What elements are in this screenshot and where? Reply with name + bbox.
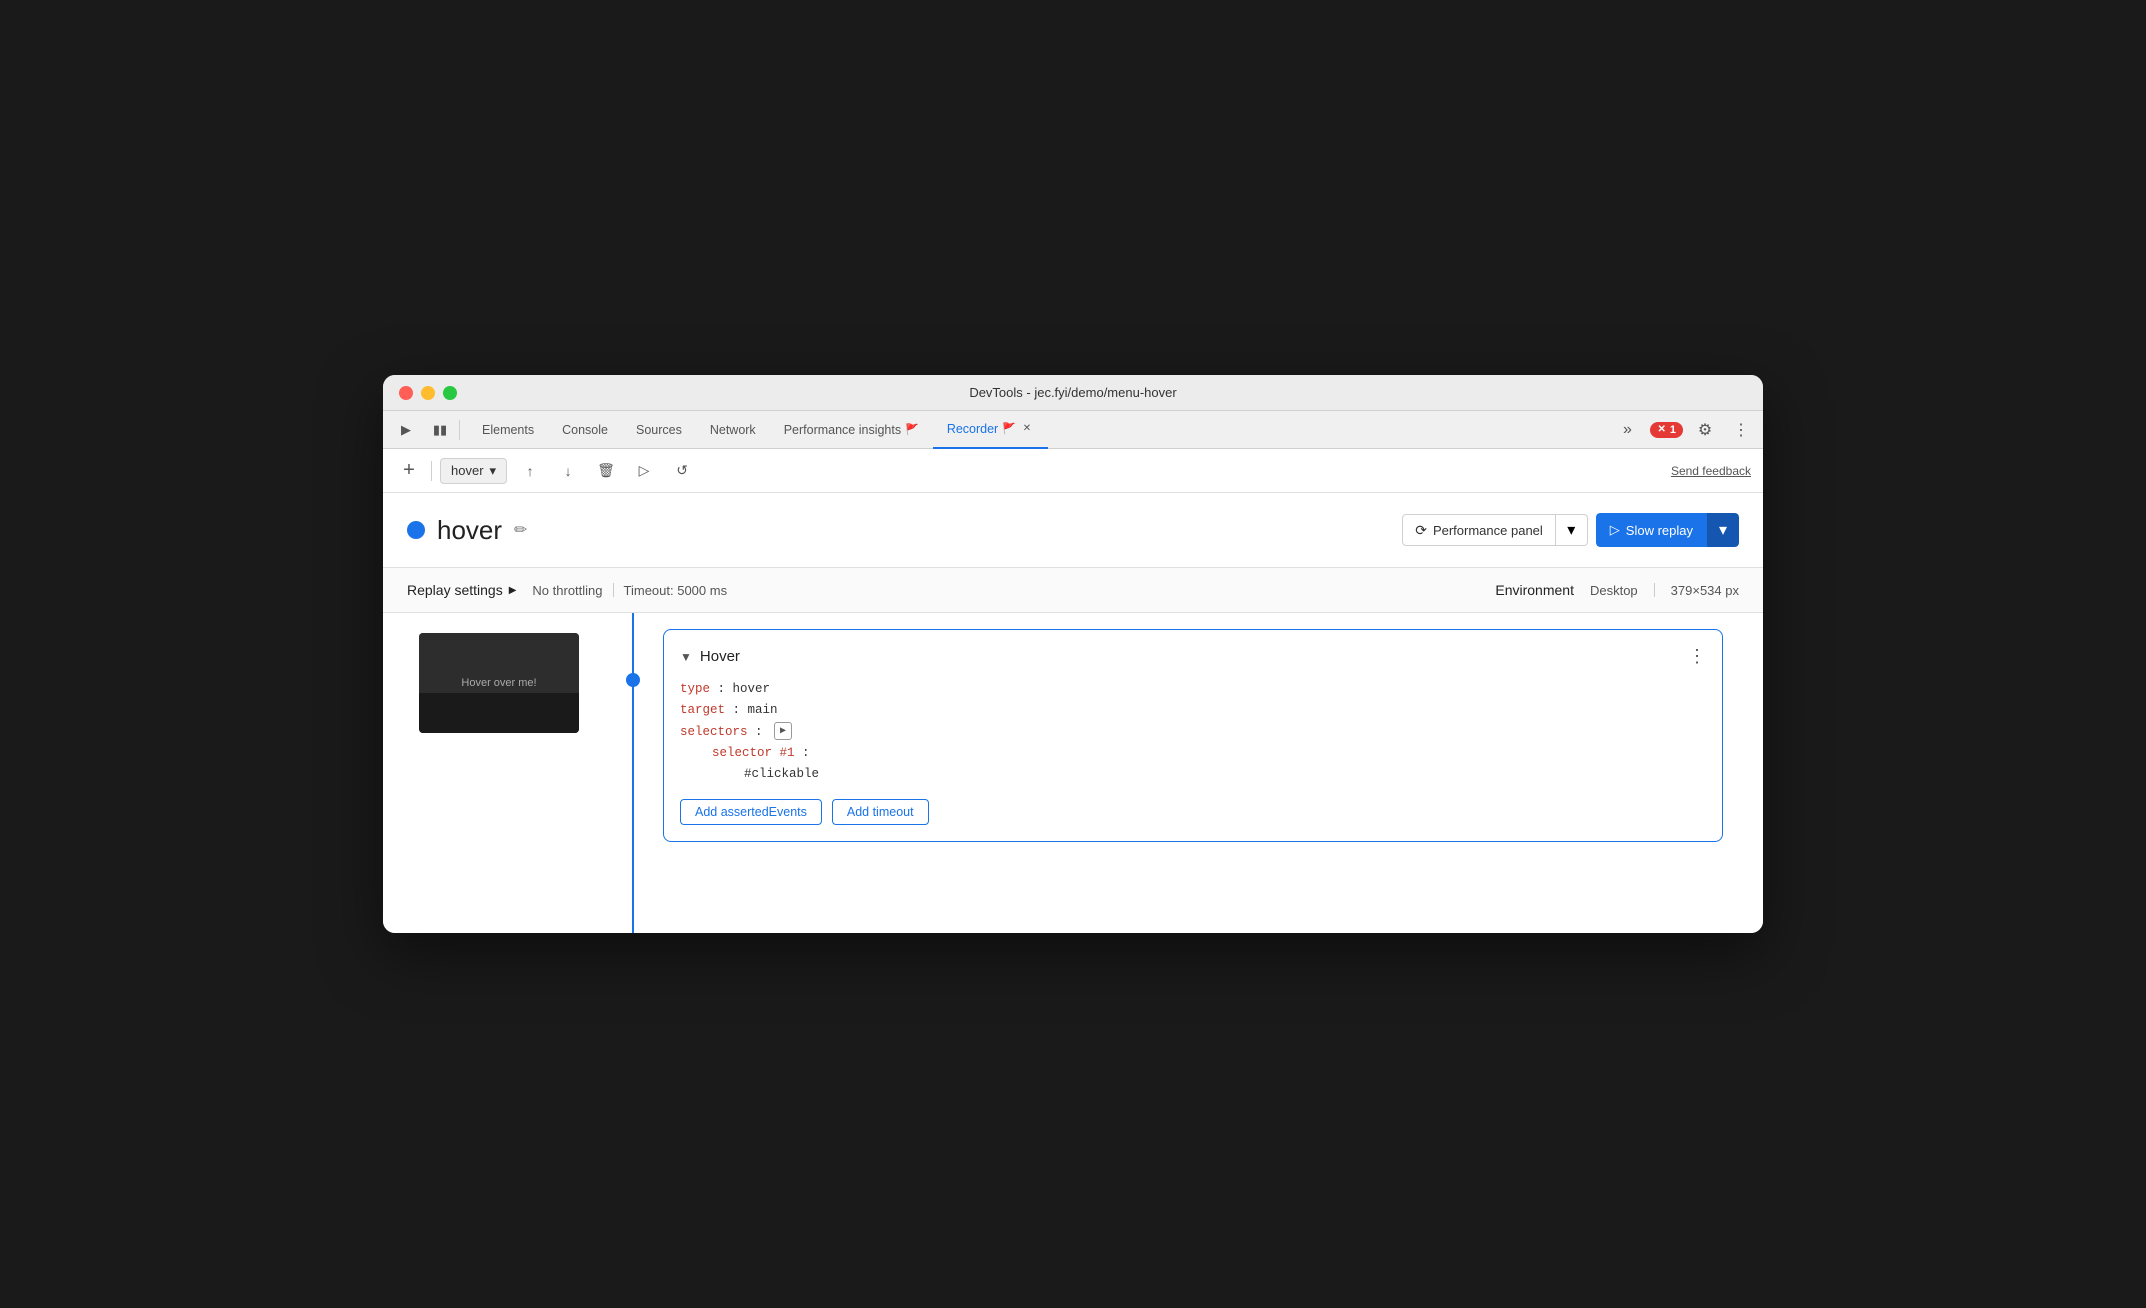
performance-panel-dropdown[interactable]: ▾ bbox=[1556, 514, 1588, 546]
performance-tab-icon: 🚩 bbox=[905, 423, 919, 436]
throttling-label: No throttling bbox=[532, 583, 612, 598]
tab-network[interactable]: Network bbox=[696, 411, 770, 449]
recording-header: hover ✏ ⟳ Performance panel ▾ ▷ Slow bbox=[407, 513, 1739, 547]
steps-column: ▼ Hover ⋮ type : hover target bbox=[647, 613, 1739, 933]
recording-title: hover ✏ bbox=[407, 515, 527, 546]
devtools-window: DevTools - jec.fyi/demo/menu-hover ▶ ▮▮ … bbox=[383, 375, 1763, 933]
selectors-line: selectors : ▶ bbox=[680, 722, 1706, 743]
toolbar-right: Send feedback bbox=[1671, 464, 1751, 478]
undo-icon[interactable]: ↺ bbox=[667, 456, 697, 486]
recorder-main: hover ✏ ⟳ Performance panel ▾ ▷ Slow bbox=[383, 493, 1763, 933]
step-header: ▼ Hover ⋮ bbox=[680, 646, 1706, 667]
tabs-right: » ✕ 1 ⚙ ⋮ bbox=[1612, 415, 1755, 445]
traffic-lights bbox=[399, 386, 457, 400]
send-feedback-link[interactable]: Send feedback bbox=[1671, 464, 1751, 478]
window-title: DevTools - jec.fyi/demo/menu-hover bbox=[969, 385, 1176, 400]
steps-area: Hover over me! ▼ Hover ⋮ bbox=[407, 613, 1739, 933]
edit-name-icon[interactable]: ✏ bbox=[514, 520, 527, 540]
step-name: Hover bbox=[700, 648, 740, 665]
tab-recorder[interactable]: Recorder 🚩 ✕ bbox=[933, 411, 1048, 449]
slow-replay-button[interactable]: ▷ Slow replay bbox=[1596, 513, 1707, 547]
replay-left: Replay settings ▶ No throttling Timeout:… bbox=[407, 582, 737, 598]
step-action-buttons: Add assertedEvents Add timeout bbox=[680, 799, 1706, 825]
close-traffic-light[interactable] bbox=[399, 386, 413, 400]
step-more-options[interactable]: ⋮ bbox=[1688, 646, 1706, 667]
replay-meta: No throttling Timeout: 5000 ms bbox=[532, 583, 737, 598]
maximize-traffic-light[interactable] bbox=[443, 386, 457, 400]
type-colon: : bbox=[718, 682, 733, 696]
type-line: type : hover bbox=[680, 679, 1706, 700]
target-line: target : main bbox=[680, 700, 1706, 721]
header-buttons: ⟳ Performance panel ▾ ▷ Slow replay ▾ bbox=[1402, 513, 1739, 547]
slow-replay-play-icon: ▷ bbox=[1610, 522, 1620, 538]
download-recording-icon[interactable]: ↓ bbox=[553, 456, 583, 486]
step-thumbnail: Hover over me! bbox=[419, 633, 579, 733]
resolution-label: 379×534 px bbox=[1671, 583, 1739, 598]
slow-replay-group: ▷ Slow replay ▾ bbox=[1596, 513, 1739, 547]
device-toggle-icon[interactable]: ▮▮ bbox=[425, 415, 455, 445]
environment-label: Environment bbox=[1495, 582, 1574, 598]
replay-settings-bar: Replay settings ▶ No throttling Timeout:… bbox=[383, 568, 1763, 613]
type-key: type bbox=[680, 682, 710, 696]
minimize-traffic-light[interactable] bbox=[421, 386, 435, 400]
replay-settings-toggle[interactable]: Replay settings ▶ bbox=[407, 582, 516, 598]
more-options-icon[interactable]: ⋮ bbox=[1727, 416, 1755, 444]
tab-console[interactable]: Console bbox=[548, 411, 622, 449]
recorder-tab-close[interactable]: ✕ bbox=[1020, 422, 1034, 436]
selectors-key: selectors bbox=[680, 725, 748, 739]
selector-num-key: selector #1 bbox=[712, 746, 795, 760]
slow-replay-dropdown[interactable]: ▾ bbox=[1707, 513, 1739, 547]
replay-icon[interactable]: ▷ bbox=[629, 456, 659, 486]
timeline-line bbox=[632, 613, 634, 933]
replay-right: Environment Desktop 379×534 px bbox=[1495, 582, 1739, 598]
error-badge[interactable]: ✕ 1 bbox=[1650, 422, 1683, 438]
step-code-area: type : hover target : main selectors : bbox=[680, 679, 1706, 785]
add-recording-button[interactable]: + bbox=[395, 457, 423, 485]
timeline-column: Hover over me! bbox=[407, 613, 647, 933]
type-val: hover bbox=[733, 682, 771, 696]
titlebar: DevTools - jec.fyi/demo/menu-hover bbox=[383, 375, 1763, 411]
thumbnail-label: Hover over me! bbox=[461, 677, 536, 689]
target-key: target bbox=[680, 703, 725, 717]
performance-panel-button[interactable]: ⟳ Performance panel bbox=[1402, 514, 1556, 546]
selector-val: #clickable bbox=[744, 767, 819, 781]
tab-performance[interactable]: Performance insights 🚩 bbox=[770, 411, 933, 449]
step-collapse-icon[interactable]: ▼ bbox=[680, 650, 692, 664]
target-val: main bbox=[748, 703, 778, 717]
recording-name: hover bbox=[437, 515, 502, 546]
desktop-label: Desktop bbox=[1590, 583, 1638, 598]
timeout-label: Timeout: 5000 ms bbox=[614, 583, 738, 598]
export-recording-icon[interactable]: ↑ bbox=[515, 456, 545, 486]
timeline-dot bbox=[626, 673, 640, 687]
delete-recording-icon[interactable]: 🗑 bbox=[591, 456, 621, 486]
tab-sources[interactable]: Sources bbox=[622, 411, 696, 449]
inspect-element-icon[interactable]: ▶ bbox=[391, 415, 421, 445]
tabs-bar: ▶ ▮▮ Elements Console Sources Network Pe… bbox=[383, 411, 1763, 449]
perf-panel-icon: ⟳ bbox=[1415, 522, 1427, 539]
recorder-toolbar: + hover ▾ ↑ ↓ 🗑 ▷ ↺ Send feedback bbox=[383, 449, 1763, 493]
recording-selector[interactable]: hover ▾ bbox=[440, 458, 507, 484]
more-tabs-icon[interactable]: » bbox=[1612, 415, 1642, 445]
step-title: ▼ Hover bbox=[680, 648, 740, 665]
recording-status-dot bbox=[407, 521, 425, 539]
add-asserted-events-button[interactable]: Add assertedEvents bbox=[680, 799, 822, 825]
performance-panel-group: ⟳ Performance panel ▾ bbox=[1402, 514, 1588, 546]
step-hover-block: ▼ Hover ⋮ type : hover target bbox=[663, 629, 1723, 842]
selector-picker-icon[interactable]: ▶ bbox=[774, 722, 792, 740]
selector-num-line: selector #1 : bbox=[680, 743, 1706, 764]
tab-elements[interactable]: Elements bbox=[468, 411, 548, 449]
selector-val-line: #clickable bbox=[680, 764, 1706, 785]
add-timeout-button[interactable]: Add timeout bbox=[832, 799, 929, 825]
recorder-tab-icon: 🚩 bbox=[1002, 422, 1016, 435]
settings-gear-icon[interactable]: ⚙ bbox=[1691, 416, 1719, 444]
